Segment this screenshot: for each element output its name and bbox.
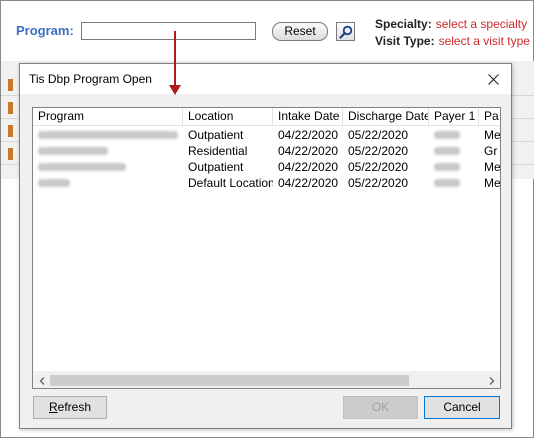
chevron-left-icon [39, 376, 44, 385]
scroll-left-button[interactable] [33, 372, 50, 388]
reset-button[interactable]: Reset [272, 22, 328, 41]
column-header-location[interactable]: Location [183, 108, 273, 126]
magnifier-icon [338, 25, 352, 39]
visit-type-field: Visit Type: select a visit type [375, 34, 530, 48]
table-row[interactable]: Outpatient 04/22/2020 05/22/2020 Me [33, 159, 500, 175]
program-label: Program: [16, 23, 74, 38]
program-cell-redacted [33, 127, 183, 143]
location-cell: Default Location [188, 176, 273, 190]
location-cell: Outpatient [188, 160, 244, 174]
horizontal-scrollbar[interactable] [33, 371, 500, 388]
program-search-button[interactable] [336, 22, 355, 41]
program-list[interactable]: Program Location Intake Date Discharge D… [32, 107, 501, 389]
program-cell-redacted [33, 175, 183, 191]
discharge-date-cell: 05/22/2020 [348, 144, 409, 158]
refresh-button[interactable]: Refresh [33, 396, 107, 419]
column-header-program[interactable]: Program [33, 108, 183, 126]
specialty-label: Specialty: [375, 17, 432, 31]
ok-button[interactable]: OK [343, 396, 418, 419]
location-cell: Residential [188, 144, 248, 158]
close-button[interactable] [483, 69, 503, 89]
specialty-select-link[interactable]: select a specialty [436, 17, 527, 31]
refresh-label: efresh [57, 400, 92, 414]
pa-cell: Me [484, 128, 501, 142]
chevron-right-icon [489, 376, 494, 385]
annotation-arrow-shaft [174, 31, 176, 88]
pa-cell: Gr [484, 144, 498, 158]
pa-cell: Me [484, 176, 501, 190]
cancel-button[interactable]: Cancel [424, 396, 500, 419]
table-row[interactable]: Residential 04/22/2020 05/22/2020 Gr [33, 143, 500, 159]
scroll-right-button[interactable] [483, 372, 500, 388]
intake-date-cell: 04/22/2020 [278, 176, 339, 190]
column-header-intake-date[interactable]: Intake Date [273, 108, 343, 126]
payer-cell-redacted [429, 175, 479, 191]
payer-cell-redacted [429, 127, 479, 143]
annotation-arrow-icon [169, 85, 181, 95]
scroll-thumb[interactable] [50, 375, 409, 386]
column-header-discharge-date[interactable]: Discharge Date [343, 108, 429, 126]
dialog-title: Tis Dbp Program Open [29, 72, 152, 86]
refresh-mnemonic: R [48, 400, 58, 414]
discharge-date-cell: 05/22/2020 [348, 160, 409, 174]
pa-cell: Me [484, 160, 501, 174]
visit-type-label: Visit Type: [375, 34, 435, 48]
list-header: Program Location Intake Date Discharge D… [33, 108, 500, 126]
location-cell: Outpatient [188, 128, 244, 142]
program-cell-redacted [33, 143, 183, 159]
payer-cell-redacted [429, 159, 479, 175]
table-row[interactable]: Outpatient 04/22/2020 05/22/2020 Me [33, 127, 500, 143]
table-row[interactable]: Default Location 04/22/2020 05/22/2020 M… [33, 175, 500, 191]
discharge-date-cell: 05/22/2020 [348, 176, 409, 190]
specialty-field: Specialty: select a specialty [375, 17, 527, 31]
intake-date-cell: 04/22/2020 [278, 160, 339, 174]
discharge-date-cell: 05/22/2020 [348, 128, 409, 142]
intake-date-cell: 04/22/2020 [278, 128, 339, 142]
intake-date-cell: 04/22/2020 [278, 144, 339, 158]
program-open-dialog: Tis Dbp Program Open Program Location In… [19, 63, 512, 429]
dialog-titlebar: Tis Dbp Program Open [20, 64, 511, 94]
close-icon [487, 73, 499, 85]
column-header-payer-1[interactable]: Payer 1 [429, 108, 479, 126]
program-input[interactable] [81, 22, 256, 40]
payer-cell-redacted [429, 143, 479, 159]
visit-type-select-link[interactable]: select a visit type [439, 34, 530, 48]
program-cell-redacted [33, 159, 183, 175]
column-header-pa[interactable]: Pa [479, 108, 500, 126]
